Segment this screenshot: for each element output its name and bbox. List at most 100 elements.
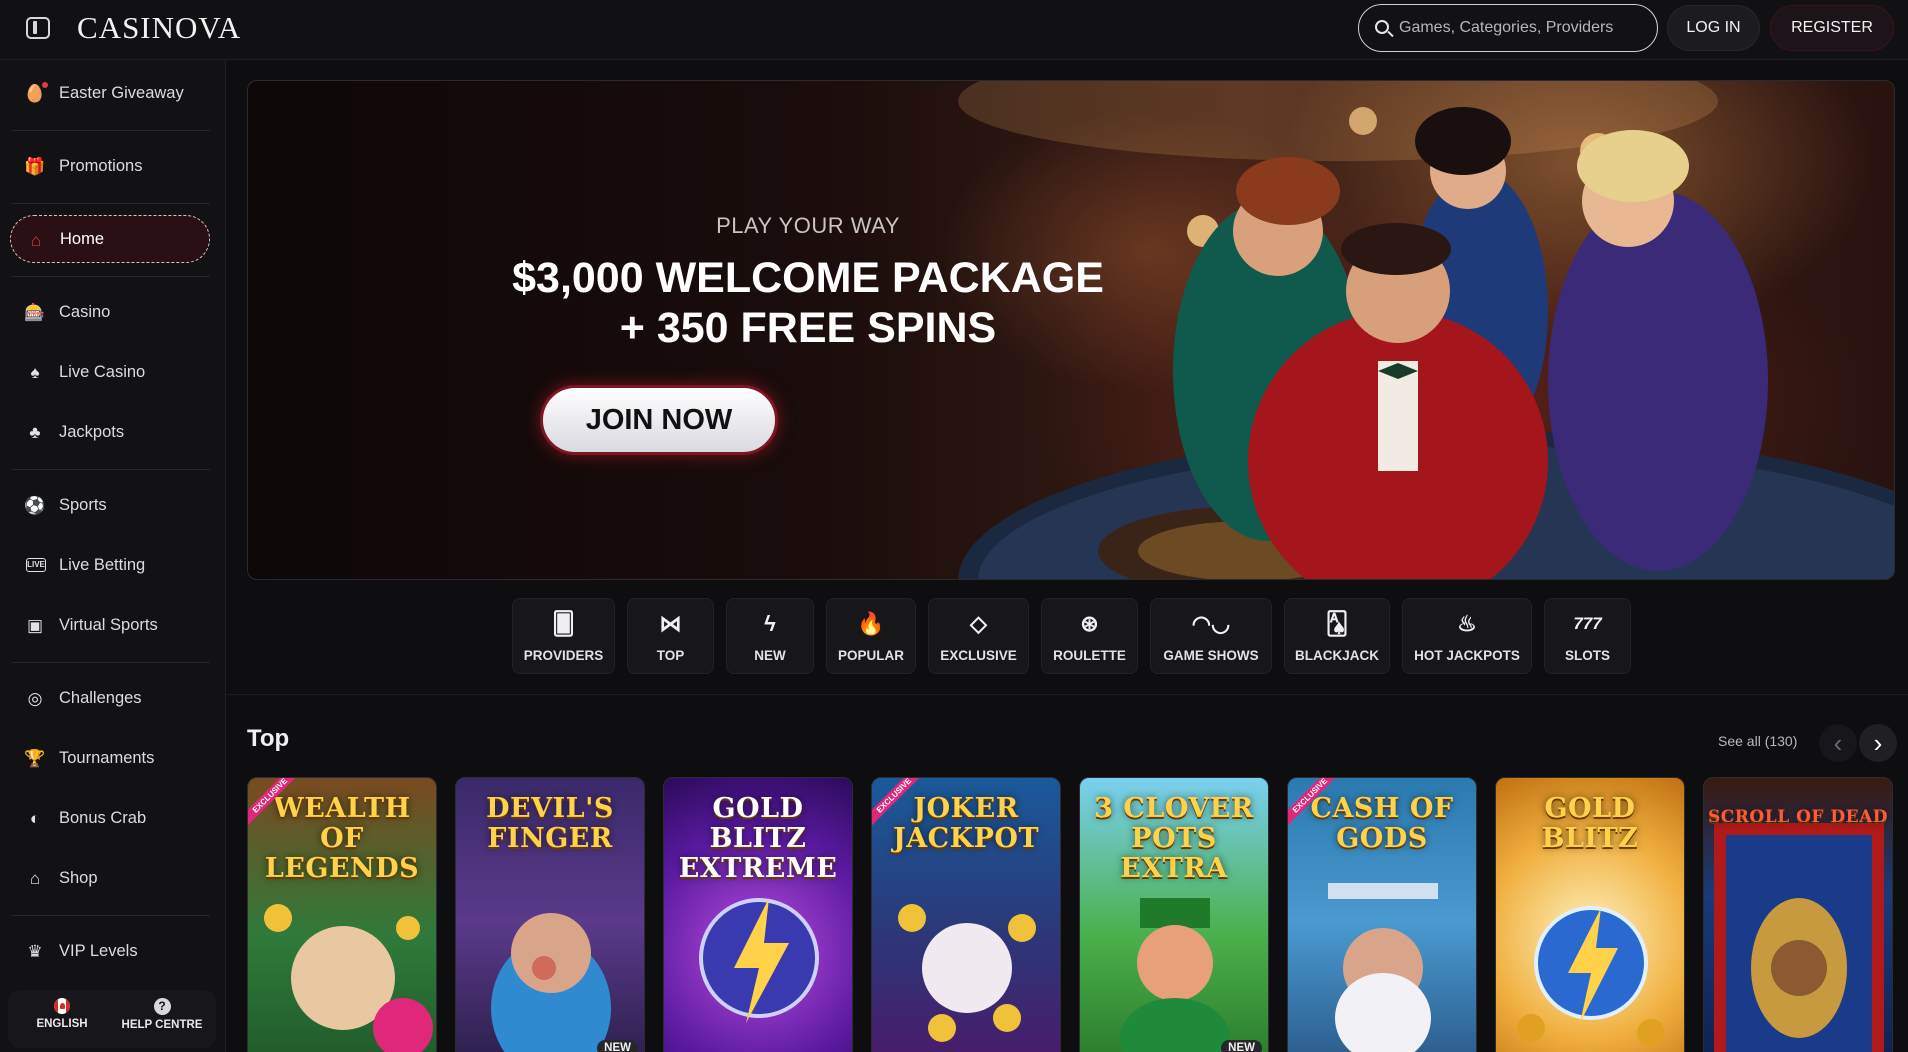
top-header: CASINOVA Games, Categories, Providers LO… <box>0 0 1908 60</box>
game-card-joker-jackpot[interactable]: JOKER JACKPOT EXCLUSIVE <box>871 777 1061 1052</box>
category-popular[interactable]: 🔥 POPULAR <box>826 598 916 674</box>
lightning-icon: ϟ <box>764 611 776 636</box>
diamond-icon: ◇ <box>970 611 987 636</box>
category-label: ROULETTE <box>1053 648 1126 663</box>
777-icon: 777 <box>1573 614 1602 633</box>
bow-tie-icon: ⋈ <box>659 611 682 636</box>
home-icon: ⌂ <box>30 230 42 250</box>
help-centre-link[interactable]: ? HELP CENTRE <box>112 998 212 1031</box>
register-button[interactable]: REGISTER <box>1770 5 1894 51</box>
game-card-scroll-of-dead[interactable]: SCROLL OF DEAD <box>1703 777 1893 1052</box>
game-card-cash-of-gods[interactable]: CASH OF GODS EXCLUSIVE <box>1287 777 1477 1052</box>
sidebar-item-label: Tournaments <box>59 748 155 767</box>
sidebar-footer: ENGLISH ? HELP CENTRE <box>8 990 216 1048</box>
hero-title-line-1: $3,000 WELCOME PACKAGE <box>512 254 1104 302</box>
language-selector[interactable]: ENGLISH <box>12 998 112 1030</box>
game-card-gold-blitz-extreme[interactable]: GOLD BLITZ EXTREME <box>663 777 853 1052</box>
canada-flag-icon <box>54 998 70 1014</box>
sidebar-item-label: Sports <box>59 495 107 514</box>
category-top[interactable]: ⋈ TOP <box>627 598 714 674</box>
sidebar-item-bonus-crab[interactable]: ◐ Bonus Crab <box>10 794 210 842</box>
divider <box>12 469 210 470</box>
category-blackjack[interactable]: 🂡 BLACKJACK <box>1284 598 1390 674</box>
category-slots[interactable]: 777 SLOTS <box>1544 598 1631 674</box>
help-label: HELP CENTRE <box>121 1019 203 1031</box>
carousel-prev-button[interactable]: ‹ <box>1819 724 1857 762</box>
game-title: CASH OF GODS <box>1310 793 1454 854</box>
language-label: ENGLISH <box>36 1018 88 1030</box>
new-badge: NEW <box>597 1040 638 1052</box>
sidebar-item-promotions[interactable]: 🎁 Promotions <box>10 142 210 190</box>
divider <box>12 662 210 663</box>
sidebar-item-shop[interactable]: ⌂ Shop <box>10 854 210 902</box>
search-input[interactable]: Games, Categories, Providers <box>1358 4 1658 52</box>
section-divider <box>226 694 1908 695</box>
new-badge: NEW <box>1221 1040 1262 1052</box>
category-exclusive[interactable]: ◇ EXCLUSIVE <box>928 598 1029 674</box>
divider <box>12 276 210 277</box>
sidebar-item-casino[interactable]: 🎰 Casino <box>10 288 210 336</box>
chevron-right-icon: › <box>1873 728 1883 758</box>
sidebar-item-virtual-sports[interactable]: ▣ Virtual Sports <box>10 601 210 649</box>
category-game-shows[interactable]: ◠◡ GAME SHOWS <box>1150 598 1272 674</box>
virtual-sports-icon: ▣ <box>26 615 44 635</box>
game-card-wealth-of-legends[interactable]: WEALTH OF LEGENDS EXCLUSIVE <box>247 777 437 1052</box>
sidebar-item-challenges[interactable]: ◎ Challenges <box>10 674 210 722</box>
game-card-3-clover-pots[interactable]: 3 CLOVER POTS EXTRA NEW <box>1079 777 1269 1052</box>
sidebar-item-label: Challenges <box>59 688 142 707</box>
category-new[interactable]: ϟ NEW <box>726 598 814 674</box>
sidebar-item-tournaments[interactable]: 🏆 Tournaments <box>10 734 210 782</box>
game-title: SCROLL OF DEAD <box>1708 807 1888 827</box>
search-icon <box>1375 20 1389 34</box>
slot-machine-icon: 🎰 <box>24 302 46 322</box>
category-providers[interactable]: 🂠 PROVIDERS <box>512 598 615 674</box>
sidebar-item-vip-levels[interactable]: ♛ VIP Levels <box>10 927 210 975</box>
hero-title-line-2: + 350 FREE SPINS <box>619 304 997 352</box>
trophy-icon: 🏆 <box>24 748 46 768</box>
hero-banner[interactable]: PLAY YOUR WAY $3,000 WELCOME PACKAGE + 3… <box>247 80 1895 580</box>
live-tv-icon: LIVE <box>26 558 46 572</box>
login-button[interactable]: LOG IN <box>1667 5 1760 51</box>
roulette-icon: ⊛ <box>1080 611 1099 636</box>
casinova-logo[interactable]: CASINOVA <box>77 10 241 46</box>
sidebar-item-sports[interactable]: ⚽ Sports <box>10 481 210 529</box>
join-now-button[interactable]: JOIN NOW <box>540 385 778 455</box>
sidebar-item-label: Live Betting <box>59 555 146 574</box>
help-icon: ? <box>153 998 171 1015</box>
notification-dot <box>42 82 48 88</box>
sidebar-item-label: Promotions <box>59 156 143 175</box>
target-icon: ◎ <box>27 688 43 708</box>
see-all-link[interactable]: See all (130) <box>1718 733 1797 749</box>
sidebar-item-label: Home <box>60 229 105 248</box>
live-dealer-icon: ♠ <box>30 362 40 382</box>
sidebar-toggle-icon[interactable] <box>26 17 50 39</box>
category-roulette[interactable]: ⊛ ROULETTE <box>1041 598 1138 674</box>
game-card-gold-blitz[interactable]: GOLD BLITZ <box>1495 777 1685 1052</box>
search-placeholder: Games, Categories, Providers <box>1399 19 1614 36</box>
easter-egg-icon: 🥚 <box>24 83 46 103</box>
hero-kicker: PLAY YOUR WAY <box>716 213 900 238</box>
carousel-next-button[interactable]: › <box>1859 724 1897 762</box>
category-label: SLOTS <box>1564 648 1610 663</box>
sidebar-item-label: Casino <box>59 302 111 321</box>
chevron-left-icon: ‹ <box>1833 728 1843 758</box>
game-card-devils-finger[interactable]: DEVIL'S FINGER NEW <box>455 777 645 1052</box>
sidebar-item-live-casino[interactable]: ♠ Live Casino <box>10 348 210 396</box>
divider <box>12 203 210 204</box>
divider <box>12 915 210 916</box>
mask-icon: ◠◡ <box>1191 611 1231 636</box>
sidebar-item-jackpots[interactable]: ♣ Jackpots <box>10 408 210 456</box>
sidebar-item-label: Virtual Sports <box>59 615 158 634</box>
sidebar-item-easter-giveaway[interactable]: 🥚 Easter Giveaway <box>10 69 210 117</box>
sidebar: 🥚 Easter Giveaway 🎁 Promotions ⌂ Home 🎰 … <box>0 60 226 1052</box>
sidebar-item-label: Live Casino <box>59 362 146 381</box>
sidebar-item-home[interactable]: ⌂ Home <box>10 215 210 263</box>
category-hot-jackpots[interactable]: ♨ HOT JACKPOTS <box>1402 598 1532 674</box>
sidebar-item-live-betting[interactable]: LIVE Live Betting <box>10 541 210 589</box>
shop-icon: ⌂ <box>29 868 41 888</box>
hero-title: $3,000 WELCOME PACKAGE + 350 FREE SPINS <box>508 253 1108 353</box>
category-label: PROVIDERS <box>523 648 604 663</box>
crab-claw-icon: ◐ <box>29 808 41 828</box>
category-label: EXCLUSIVE <box>940 648 1017 663</box>
game-title: GOLD BLITZ <box>1541 793 1639 854</box>
